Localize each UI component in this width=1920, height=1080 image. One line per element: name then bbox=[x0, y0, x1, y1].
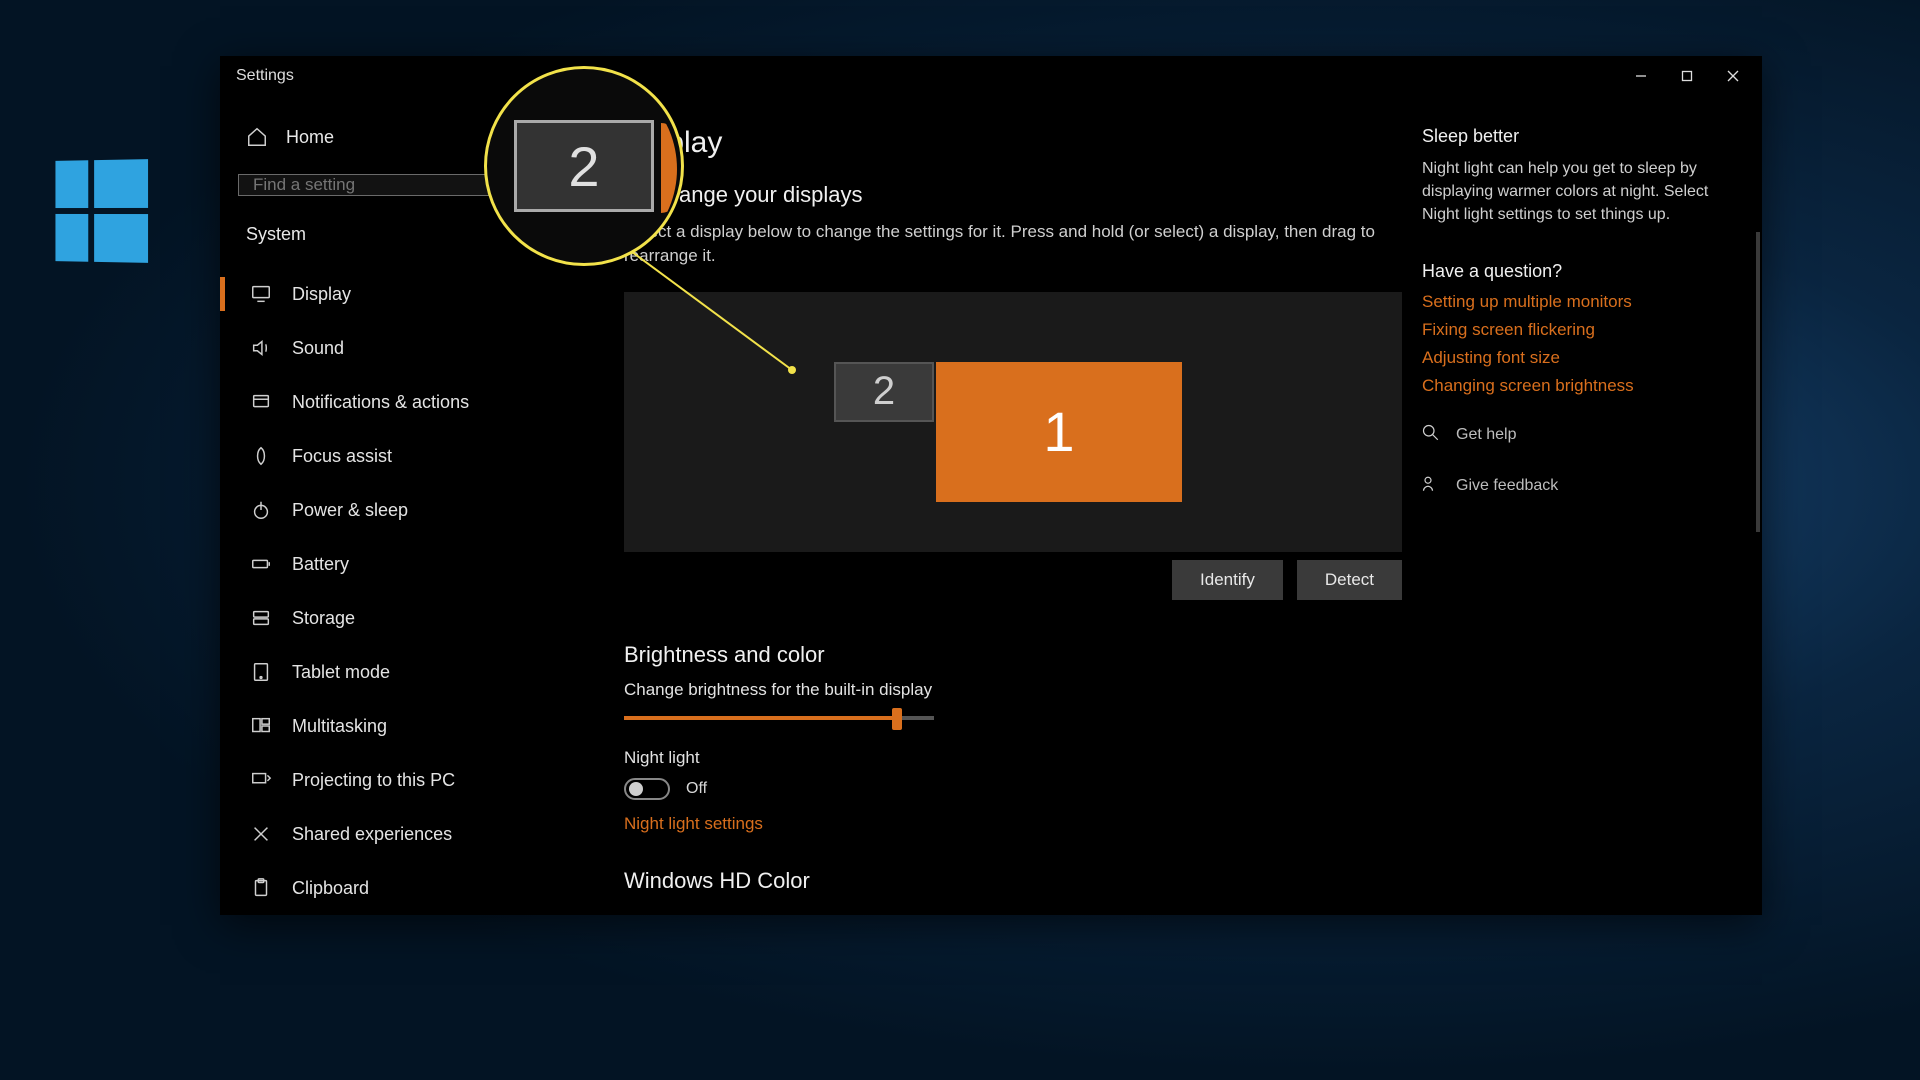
rearrange-heading: Rearrange your displays bbox=[624, 182, 1402, 208]
sidebar-item-power[interactable]: Power & sleep bbox=[238, 483, 580, 537]
night-light-toggle[interactable] bbox=[624, 778, 670, 800]
battery-icon bbox=[250, 553, 272, 575]
display-arrangement-canvas[interactable]: 2 1 bbox=[624, 292, 1402, 552]
sidebar-item-label: Storage bbox=[292, 608, 355, 629]
night-light-label: Night light bbox=[624, 748, 1402, 768]
sidebar-item-projecting[interactable]: Projecting to this PC bbox=[238, 753, 580, 807]
give-feedback-link[interactable]: Give feedback bbox=[1456, 477, 1558, 495]
sidebar-item-label: Power & sleep bbox=[292, 500, 408, 521]
sidebar-item-display[interactable]: Display bbox=[238, 267, 580, 321]
projecting-icon bbox=[250, 769, 272, 791]
search-box[interactable] bbox=[238, 174, 550, 196]
home-button[interactable]: Home bbox=[238, 114, 580, 160]
sidebar-item-label: Multitasking bbox=[292, 716, 387, 737]
sidebar-item-battery[interactable]: Battery bbox=[238, 537, 580, 591]
settings-window: Settings Home System bbox=[220, 56, 1762, 915]
storage-icon bbox=[250, 607, 272, 629]
brightness-slider-label: Change brightness for the built-in displ… bbox=[624, 680, 1402, 700]
sleep-better-title: Sleep better bbox=[1422, 126, 1732, 147]
sidebar-item-label: Battery bbox=[292, 554, 349, 575]
help-link-3[interactable]: Changing screen brightness bbox=[1422, 376, 1732, 396]
sidebar-item-label: Focus assist bbox=[292, 446, 392, 467]
sidebar-item-notifications[interactable]: Notifications & actions bbox=[238, 375, 580, 429]
sidebar-item-sound[interactable]: Sound bbox=[238, 321, 580, 375]
titlebar: Settings bbox=[220, 56, 1762, 96]
sleep-better-body: Night light can help you get to sleep by… bbox=[1422, 157, 1732, 227]
detect-button[interactable]: Detect bbox=[1297, 560, 1402, 600]
scrollbar[interactable] bbox=[1756, 232, 1760, 532]
sidebar-item-label: Projecting to this PC bbox=[292, 770, 455, 791]
rearrange-helper: Select a display below to change the set… bbox=[624, 220, 1402, 268]
right-panel: Sleep better Night light can help you ge… bbox=[1422, 126, 1732, 915]
window-controls bbox=[1618, 59, 1756, 93]
power-icon bbox=[250, 499, 272, 521]
tablet-icon bbox=[250, 661, 272, 683]
sidebar-item-tablet[interactable]: Tablet mode bbox=[238, 645, 580, 699]
sidebar-item-label: Tablet mode bbox=[292, 662, 390, 683]
category-label: System bbox=[238, 218, 580, 267]
multitask-icon bbox=[250, 715, 272, 737]
sidebar-item-label: Clipboard bbox=[292, 878, 369, 899]
help-link-2[interactable]: Adjusting font size bbox=[1422, 348, 1732, 368]
sidebar: Home System Display Sound Notifications & … bbox=[220, 96, 580, 915]
sidebar-item-label: Shared experiences bbox=[292, 824, 452, 845]
display-tile-2[interactable]: 2 bbox=[834, 362, 934, 422]
search-input[interactable] bbox=[253, 175, 535, 195]
identify-button[interactable]: Identify bbox=[1172, 560, 1283, 600]
sidebar-item-focus[interactable]: Focus assist bbox=[238, 429, 580, 483]
brightness-slider[interactable] bbox=[624, 714, 934, 722]
have-question-title: Have a question? bbox=[1422, 261, 1732, 282]
sound-icon bbox=[250, 337, 272, 359]
feedback-icon bbox=[1422, 475, 1442, 498]
focus-icon bbox=[250, 445, 272, 467]
help-icon bbox=[1422, 424, 1442, 447]
sidebar-item-clipboard[interactable]: Clipboard bbox=[238, 861, 580, 915]
minimize-button[interactable] bbox=[1618, 59, 1664, 93]
nav-list: Display Sound Notifications & actions Focus… bbox=[238, 267, 580, 915]
page-title: Display bbox=[624, 126, 1402, 160]
maximize-button[interactable] bbox=[1664, 59, 1710, 93]
notifications-icon bbox=[250, 391, 272, 413]
display-icon bbox=[250, 283, 272, 305]
help-link-0[interactable]: Setting up multiple monitors bbox=[1422, 292, 1732, 312]
clipboard-icon bbox=[250, 877, 272, 899]
brightness-heading: Brightness and color bbox=[624, 642, 1402, 668]
sidebar-item-shared[interactable]: Shared experiences bbox=[238, 807, 580, 861]
sidebar-item-label: Sound bbox=[292, 338, 344, 359]
home-icon bbox=[246, 126, 268, 148]
night-light-state: Off bbox=[686, 780, 707, 798]
sidebar-item-label: Notifications & actions bbox=[292, 392, 469, 413]
content-area: Display Rearrange your displays Select a… bbox=[580, 96, 1762, 915]
window-title: Settings bbox=[236, 67, 294, 85]
shared-icon bbox=[250, 823, 272, 845]
help-link-1[interactable]: Fixing screen flickering bbox=[1422, 320, 1732, 340]
display-tile-1[interactable]: 1 bbox=[936, 362, 1182, 502]
hd-color-heading: Windows HD Color bbox=[624, 868, 1402, 894]
desktop-windows-logo bbox=[55, 159, 148, 263]
sidebar-item-label: Display bbox=[292, 284, 351, 305]
home-label: Home bbox=[286, 127, 334, 148]
sidebar-item-storage[interactable]: Storage bbox=[238, 591, 580, 645]
close-button[interactable] bbox=[1710, 59, 1756, 93]
get-help-link[interactable]: Get help bbox=[1456, 426, 1516, 444]
night-light-settings-link[interactable]: Night light settings bbox=[624, 814, 1402, 834]
sidebar-item-multitask[interactable]: Multitasking bbox=[238, 699, 580, 753]
